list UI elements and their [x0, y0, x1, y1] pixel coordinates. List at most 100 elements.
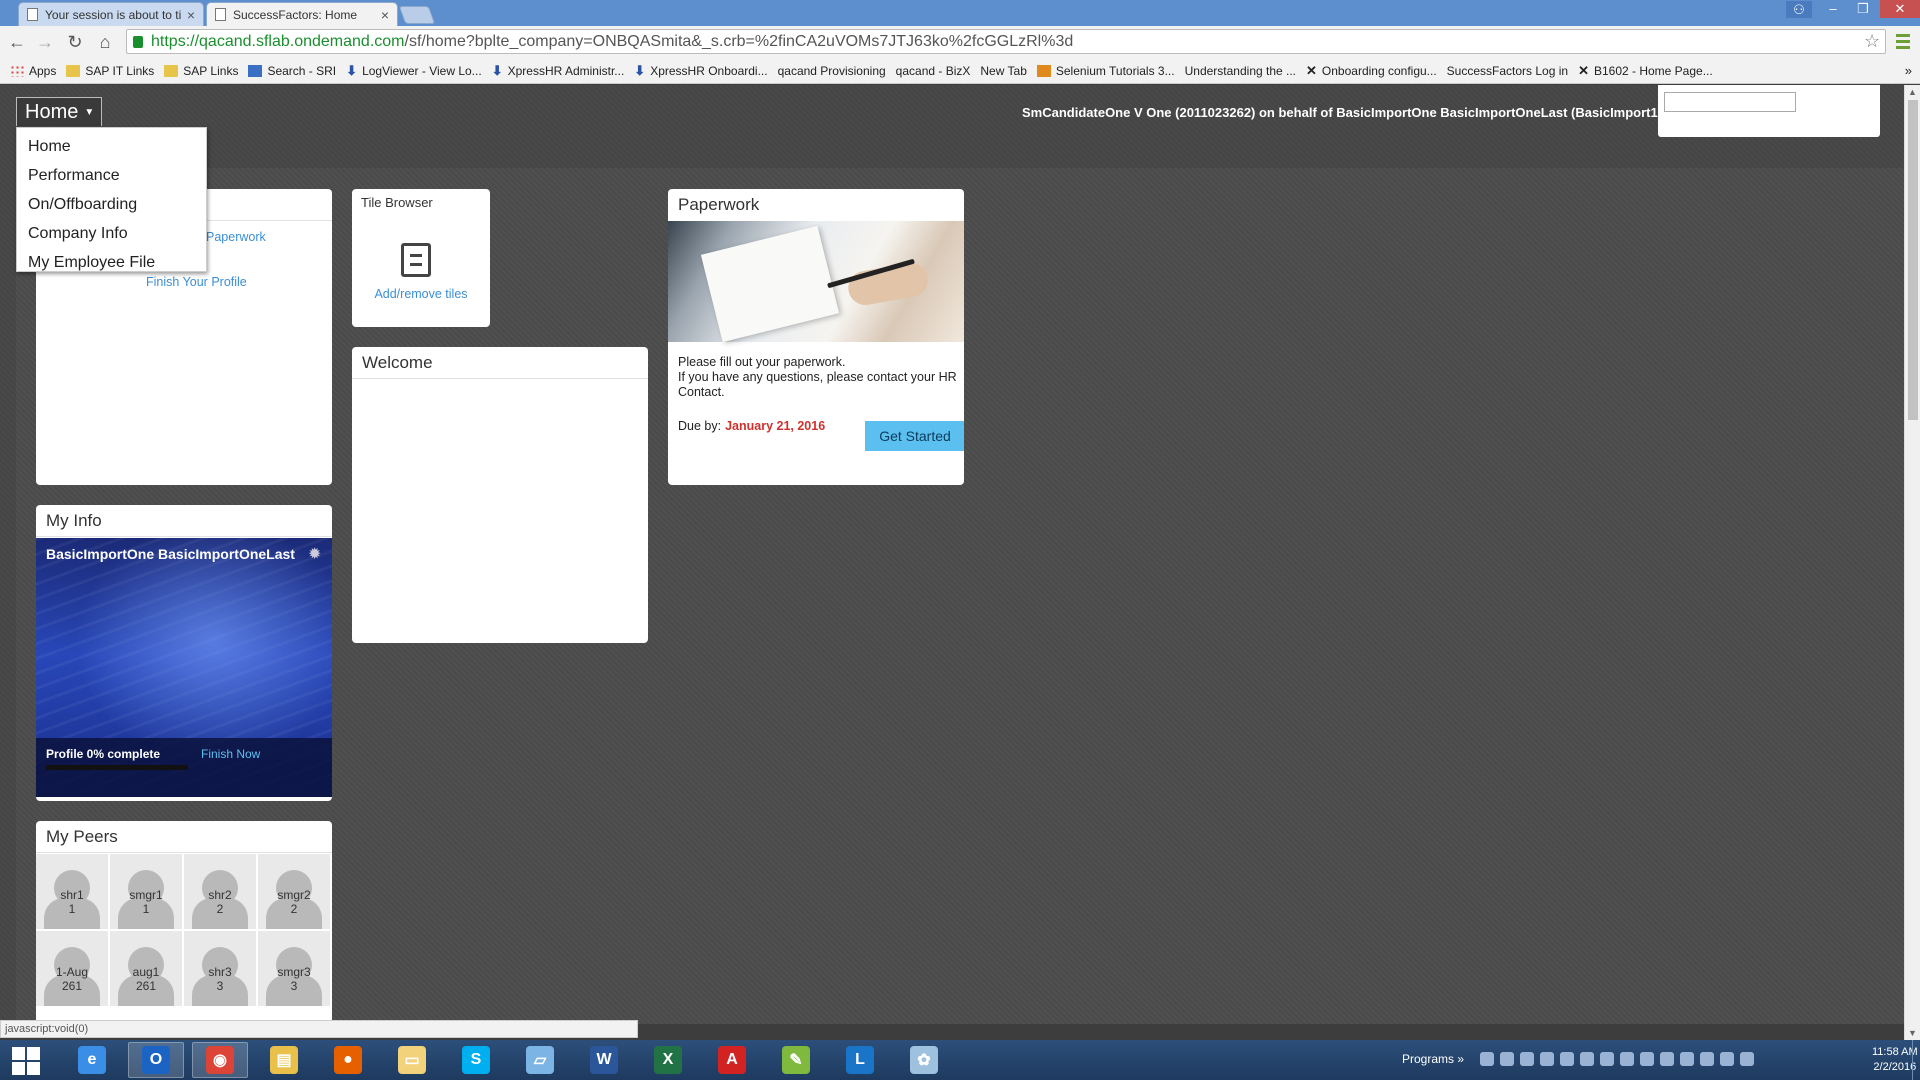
gear-icon[interactable]: ✹: [308, 544, 321, 564]
tray-icon[interactable]: [1500, 1052, 1514, 1066]
bookmark-item[interactable]: Apps: [10, 64, 56, 78]
new-tab-button[interactable]: [398, 6, 436, 24]
tray-icon[interactable]: [1600, 1052, 1614, 1066]
tray-icon[interactable]: [1540, 1052, 1554, 1066]
peer-card[interactable]: smgr2 2: [258, 854, 330, 929]
peer-name: smgr3 3: [258, 965, 330, 993]
menu-item-on-offboarding[interactable]: On/Offboarding: [17, 190, 206, 219]
user-menu[interactable]: SmCandidateOne V One (2011023262) on beh…: [1022, 105, 1675, 120]
window-close-button[interactable]: ✕: [1880, 0, 1920, 18]
bookmark-item[interactable]: SAP Links: [164, 64, 238, 78]
menu-item-my-employee-file[interactable]: My Employee File: [17, 248, 206, 277]
bookmark-item[interactable]: ✕ B1602 - Home Page...: [1578, 63, 1713, 79]
bookmark-item[interactable]: ✕ Onboarding configu...: [1306, 63, 1437, 79]
peer-card[interactable]: aug1 261: [110, 931, 182, 1006]
page-scrollbar[interactable]: ▲ ▼: [1904, 85, 1920, 1040]
taskbar-clock[interactable]: 11:58 AM 2/2/2016: [1872, 1045, 1918, 1075]
volume-icon[interactable]: [1720, 1052, 1734, 1066]
close-icon[interactable]: ×: [381, 7, 389, 23]
peer-name-line-1: smgr2: [277, 888, 311, 902]
word-taskbar-button[interactable]: W: [576, 1042, 632, 1078]
peer-card[interactable]: 1-Aug 261: [36, 931, 108, 1006]
home-icon[interactable]: ⌂: [94, 31, 116, 53]
restore-button[interactable]: ❐: [1848, 0, 1878, 18]
bookmark-item[interactable]: ⬇ XpressHR Administr...: [492, 63, 625, 79]
bookmark-star-icon[interactable]: ☆: [1864, 31, 1880, 52]
chrome-menu-icon[interactable]: [1896, 34, 1910, 52]
scrollbar-thumb[interactable]: [1908, 100, 1918, 420]
bookmarks-bar: Apps SAP IT Links SAP Links Search - SRI ⬇ Lo…: [0, 58, 1920, 84]
tab-session-warning[interactable]: Your session is about to ti ×: [18, 2, 204, 26]
network-icon[interactable]: [1700, 1052, 1714, 1066]
reload-button[interactable]: ↻: [64, 31, 86, 53]
my-peers-title: My Peers: [36, 821, 332, 853]
file-cabinet-icon[interactable]: [401, 243, 431, 277]
tray-icon[interactable]: [1620, 1052, 1634, 1066]
minimize-button[interactable]: –: [1818, 0, 1848, 18]
internet-explorer-taskbar-button[interactable]: e: [64, 1042, 120, 1078]
scroll-down-icon[interactable]: ▼: [1908, 1028, 1917, 1038]
excel-taskbar-button[interactable]: X: [640, 1042, 696, 1078]
forward-button[interactable]: →: [34, 31, 56, 53]
paint-taskbar-button[interactable]: ✿: [896, 1042, 952, 1078]
finish-profile-link[interactable]: Finish Your Profile: [146, 275, 247, 289]
peer-card[interactable]: shr3 3: [184, 931, 256, 1006]
tray-icon[interactable]: [1560, 1052, 1574, 1066]
lync-taskbar-button[interactable]: L: [832, 1042, 888, 1078]
windows-start-button[interactable]: [6, 1045, 46, 1075]
close-icon[interactable]: ×: [187, 7, 195, 23]
skype-taskbar-button[interactable]: S: [448, 1042, 504, 1078]
firefox-taskbar-button[interactable]: ●: [320, 1042, 376, 1078]
back-button[interactable]: ←: [6, 31, 28, 53]
tray-icon[interactable]: [1580, 1052, 1594, 1066]
bookmark-item[interactable]: Understanding the ...: [1185, 64, 1296, 78]
tray-icon[interactable]: [1640, 1052, 1654, 1066]
project-taskbar-button[interactable]: ✎: [768, 1042, 824, 1078]
peer-card[interactable]: smgr3 3: [258, 931, 330, 1006]
peer-card[interactable]: shr2 2: [184, 854, 256, 929]
menu-item-company-info[interactable]: Company Info: [17, 219, 206, 248]
peer-card[interactable]: smgr1 1: [110, 854, 182, 929]
bookmark-item[interactable]: Search - SRI: [248, 64, 336, 78]
company-logo-area: [1658, 85, 1880, 137]
sap-icon: [248, 64, 263, 77]
profile-icon[interactable]: ⚇: [1786, 1, 1812, 18]
action-center-icon[interactable]: [1740, 1052, 1754, 1066]
bookmark-item[interactable]: ⬇ LogViewer - View Lo...: [346, 63, 482, 79]
tray-icon[interactable]: [1480, 1052, 1494, 1066]
programs-toolbar[interactable]: Programs »: [1402, 1052, 1464, 1066]
tray-icon[interactable]: [1520, 1052, 1534, 1066]
file-explorer-taskbar-button[interactable]: ▤: [256, 1042, 312, 1078]
bookmark-item[interactable]: Selenium Tutorials 3...: [1036, 64, 1175, 78]
bookmark-item[interactable]: New Tab: [980, 64, 1026, 78]
get-started-button[interactable]: Get Started: [865, 421, 964, 451]
bookmark-item[interactable]: qacand - BizX: [896, 64, 971, 78]
finish-now-link[interactable]: Finish Now: [201, 747, 260, 761]
tray-icon[interactable]: [1660, 1052, 1674, 1066]
bookmark-item[interactable]: SuccessFactors Log in: [1447, 64, 1568, 78]
scroll-up-icon[interactable]: ▲: [1908, 87, 1917, 97]
folder-taskbar-button[interactable]: ▭: [384, 1042, 440, 1078]
bookmark-item[interactable]: ⬇ XpressHR Onboardi...: [634, 63, 767, 79]
employee-name: BasicImportOne BasicImportOneLast: [46, 546, 295, 562]
home-nav-button[interactable]: Home ▼: [16, 97, 102, 126]
bookmark-item[interactable]: SAP IT Links: [66, 64, 154, 78]
outlook-taskbar-button[interactable]: O: [128, 1042, 184, 1078]
peer-name: smgr2 2: [258, 888, 330, 916]
acrobat-taskbar-button[interactable]: A: [704, 1042, 760, 1078]
chrome-taskbar-button[interactable]: ◉: [192, 1042, 248, 1078]
menu-item-performance[interactable]: Performance: [17, 161, 206, 190]
peer-card[interactable]: shr1 1: [36, 854, 108, 929]
address-bar[interactable]: https://qacand.sflab.ondemand.com/sf/hom…: [126, 29, 1886, 54]
notepad-taskbar-button[interactable]: ▱: [512, 1042, 568, 1078]
add-remove-tiles-link[interactable]: Add/remove tiles: [352, 287, 490, 301]
tray-icon[interactable]: [1680, 1052, 1694, 1066]
paperwork-link[interactable]: Paperwork: [206, 230, 266, 244]
show-desktop-button[interactable]: [1912, 1040, 1920, 1080]
bookmark-item[interactable]: qacand Provisioning: [778, 64, 886, 78]
tab-successfactors-home[interactable]: SuccessFactors: Home ×: [206, 2, 398, 26]
stm-icon: [1036, 64, 1051, 77]
bookmarks-overflow-icon[interactable]: »: [1905, 63, 1912, 78]
menu-item-home[interactable]: Home: [17, 132, 206, 161]
due-date-row: Due by: January 21, 2016: [678, 419, 825, 433]
